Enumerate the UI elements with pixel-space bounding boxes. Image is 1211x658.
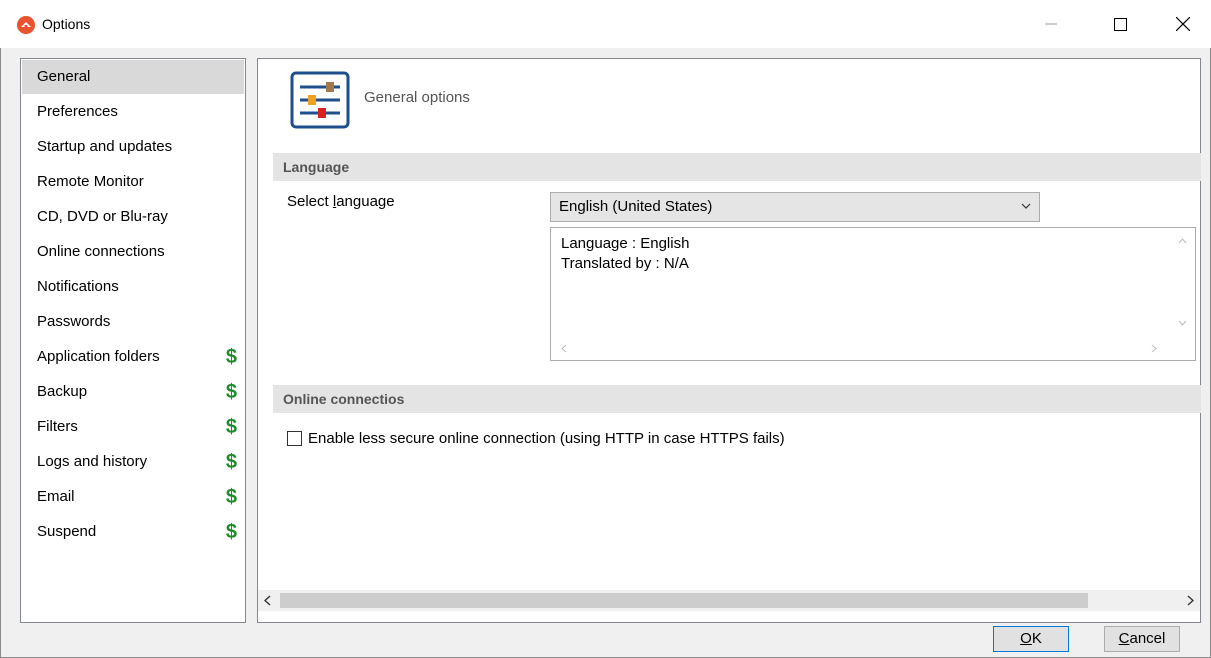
language-dropdown[interactable]: English (United States) xyxy=(550,192,1040,222)
sidebar-item-suspend[interactable]: Suspend $ xyxy=(22,515,244,549)
close-button[interactable] xyxy=(1160,0,1206,48)
sidebar-item-label: Application folders xyxy=(37,348,160,365)
sidebar-item-label: Backup xyxy=(37,383,88,400)
maximize-icon xyxy=(1113,17,1127,31)
premium-dollar-icon: $ xyxy=(225,451,237,473)
options-content-panel: General options Language Select language… xyxy=(257,58,1201,623)
scroll-right-icon[interactable] xyxy=(1151,344,1157,353)
ok-button[interactable]: OK xyxy=(993,626,1069,652)
less-secure-connection-label: Enable less secure online connection (us… xyxy=(308,429,785,447)
scroll-up-icon[interactable] xyxy=(1178,238,1187,244)
cancel-button[interactable]: Cancel xyxy=(1104,626,1180,652)
sidebar-item-cd-dvd-bluray[interactable]: CD, DVD or Blu-ray xyxy=(22,200,244,234)
sidebar-item-notifications[interactable]: Notifications xyxy=(22,270,244,304)
scroll-down-icon[interactable] xyxy=(1178,320,1187,326)
premium-dollar-icon: $ xyxy=(225,381,237,403)
title-bar[interactable]: Options xyxy=(0,0,1211,48)
sidebar-item-remote-monitor[interactable]: Remote Monitor xyxy=(22,165,244,199)
options-sidebar: General Preferences Startup and updates … xyxy=(20,58,246,623)
info-line-language: Language : English xyxy=(561,235,690,252)
language-dropdown-value: English (United States) xyxy=(559,198,713,215)
premium-dollar-icon: $ xyxy=(225,416,237,438)
sidebar-item-general[interactable]: General xyxy=(22,60,244,94)
premium-dollar-icon: $ xyxy=(225,521,237,543)
info-line-translator: Translated by : N/A xyxy=(561,255,689,272)
sliders-settings-icon xyxy=(290,71,350,129)
app-icon xyxy=(17,16,35,34)
button-text: K xyxy=(1031,630,1042,647)
sidebar-item-label: Startup and updates xyxy=(37,138,173,155)
less-secure-connection-checkbox[interactable] xyxy=(287,430,302,446)
select-language-label: Select language xyxy=(287,193,395,210)
sidebar-item-logs-and-history[interactable]: Logs and history $ xyxy=(22,445,244,479)
premium-dollar-icon: $ xyxy=(225,486,237,508)
language-info-textbox[interactable]: Language : English Translated by : N/A xyxy=(550,227,1196,361)
sidebar-item-online-connections[interactable]: Online connections xyxy=(22,235,244,269)
less-secure-connection-option[interactable]: Enable less secure online connection (us… xyxy=(287,428,785,448)
sidebar-item-label: Email xyxy=(37,488,75,505)
sidebar-item-startup-and-updates[interactable]: Startup and updates xyxy=(22,130,244,164)
sidebar-item-label: Passwords xyxy=(37,313,111,330)
close-icon xyxy=(1176,17,1190,31)
minimize-button[interactable] xyxy=(1028,0,1074,48)
sidebar-item-label: Notifications xyxy=(37,278,119,295)
scroll-left-icon[interactable] xyxy=(264,595,271,606)
sidebar-item-passwords[interactable]: Passwords xyxy=(22,305,244,339)
sidebar-item-backup[interactable]: Backup $ xyxy=(22,375,244,409)
sidebar-item-filters[interactable]: Filters $ xyxy=(22,410,244,444)
button-mnemonic: O xyxy=(1020,630,1032,647)
minimize-icon xyxy=(1045,23,1057,25)
language-info-text: Language : English Translated by : N/A xyxy=(561,234,689,274)
label-text: anguage xyxy=(336,193,395,210)
button-mnemonic: C xyxy=(1118,630,1130,647)
sidebar-item-label: Remote Monitor xyxy=(37,173,144,190)
sidebar-item-label: Filters xyxy=(37,418,78,435)
button-text: ancel xyxy=(1129,630,1166,647)
sidebar-item-application-folders[interactable]: Application folders $ xyxy=(22,340,244,374)
sidebar-item-label: Suspend xyxy=(37,523,97,540)
sidebar-item-label: General xyxy=(37,68,91,85)
chevron-down-icon xyxy=(1021,203,1031,209)
sidebar-item-preferences[interactable]: Preferences xyxy=(22,95,244,129)
section-header-online-connections: Online connectios xyxy=(273,385,1201,413)
scroll-right-icon[interactable] xyxy=(1187,595,1194,606)
premium-dollar-icon: $ xyxy=(225,346,237,368)
window-title: Options xyxy=(42,16,91,32)
section-header-language: Language xyxy=(273,153,1201,181)
label-text: Select xyxy=(287,193,333,210)
page-title: General options xyxy=(364,89,470,106)
scrollbar-thumb[interactable] xyxy=(280,593,1088,608)
sidebar-item-label: Logs and history xyxy=(37,453,148,470)
sidebar-item-label: Preferences xyxy=(37,103,118,120)
sidebar-item-label: Online connections xyxy=(37,243,165,260)
scroll-left-icon[interactable] xyxy=(561,344,567,353)
horizontal-scrollbar[interactable] xyxy=(258,590,1200,611)
maximize-button[interactable] xyxy=(1097,0,1143,48)
sidebar-item-label: CD, DVD or Blu-ray xyxy=(37,208,168,225)
sidebar-item-email[interactable]: Email $ xyxy=(22,480,244,514)
